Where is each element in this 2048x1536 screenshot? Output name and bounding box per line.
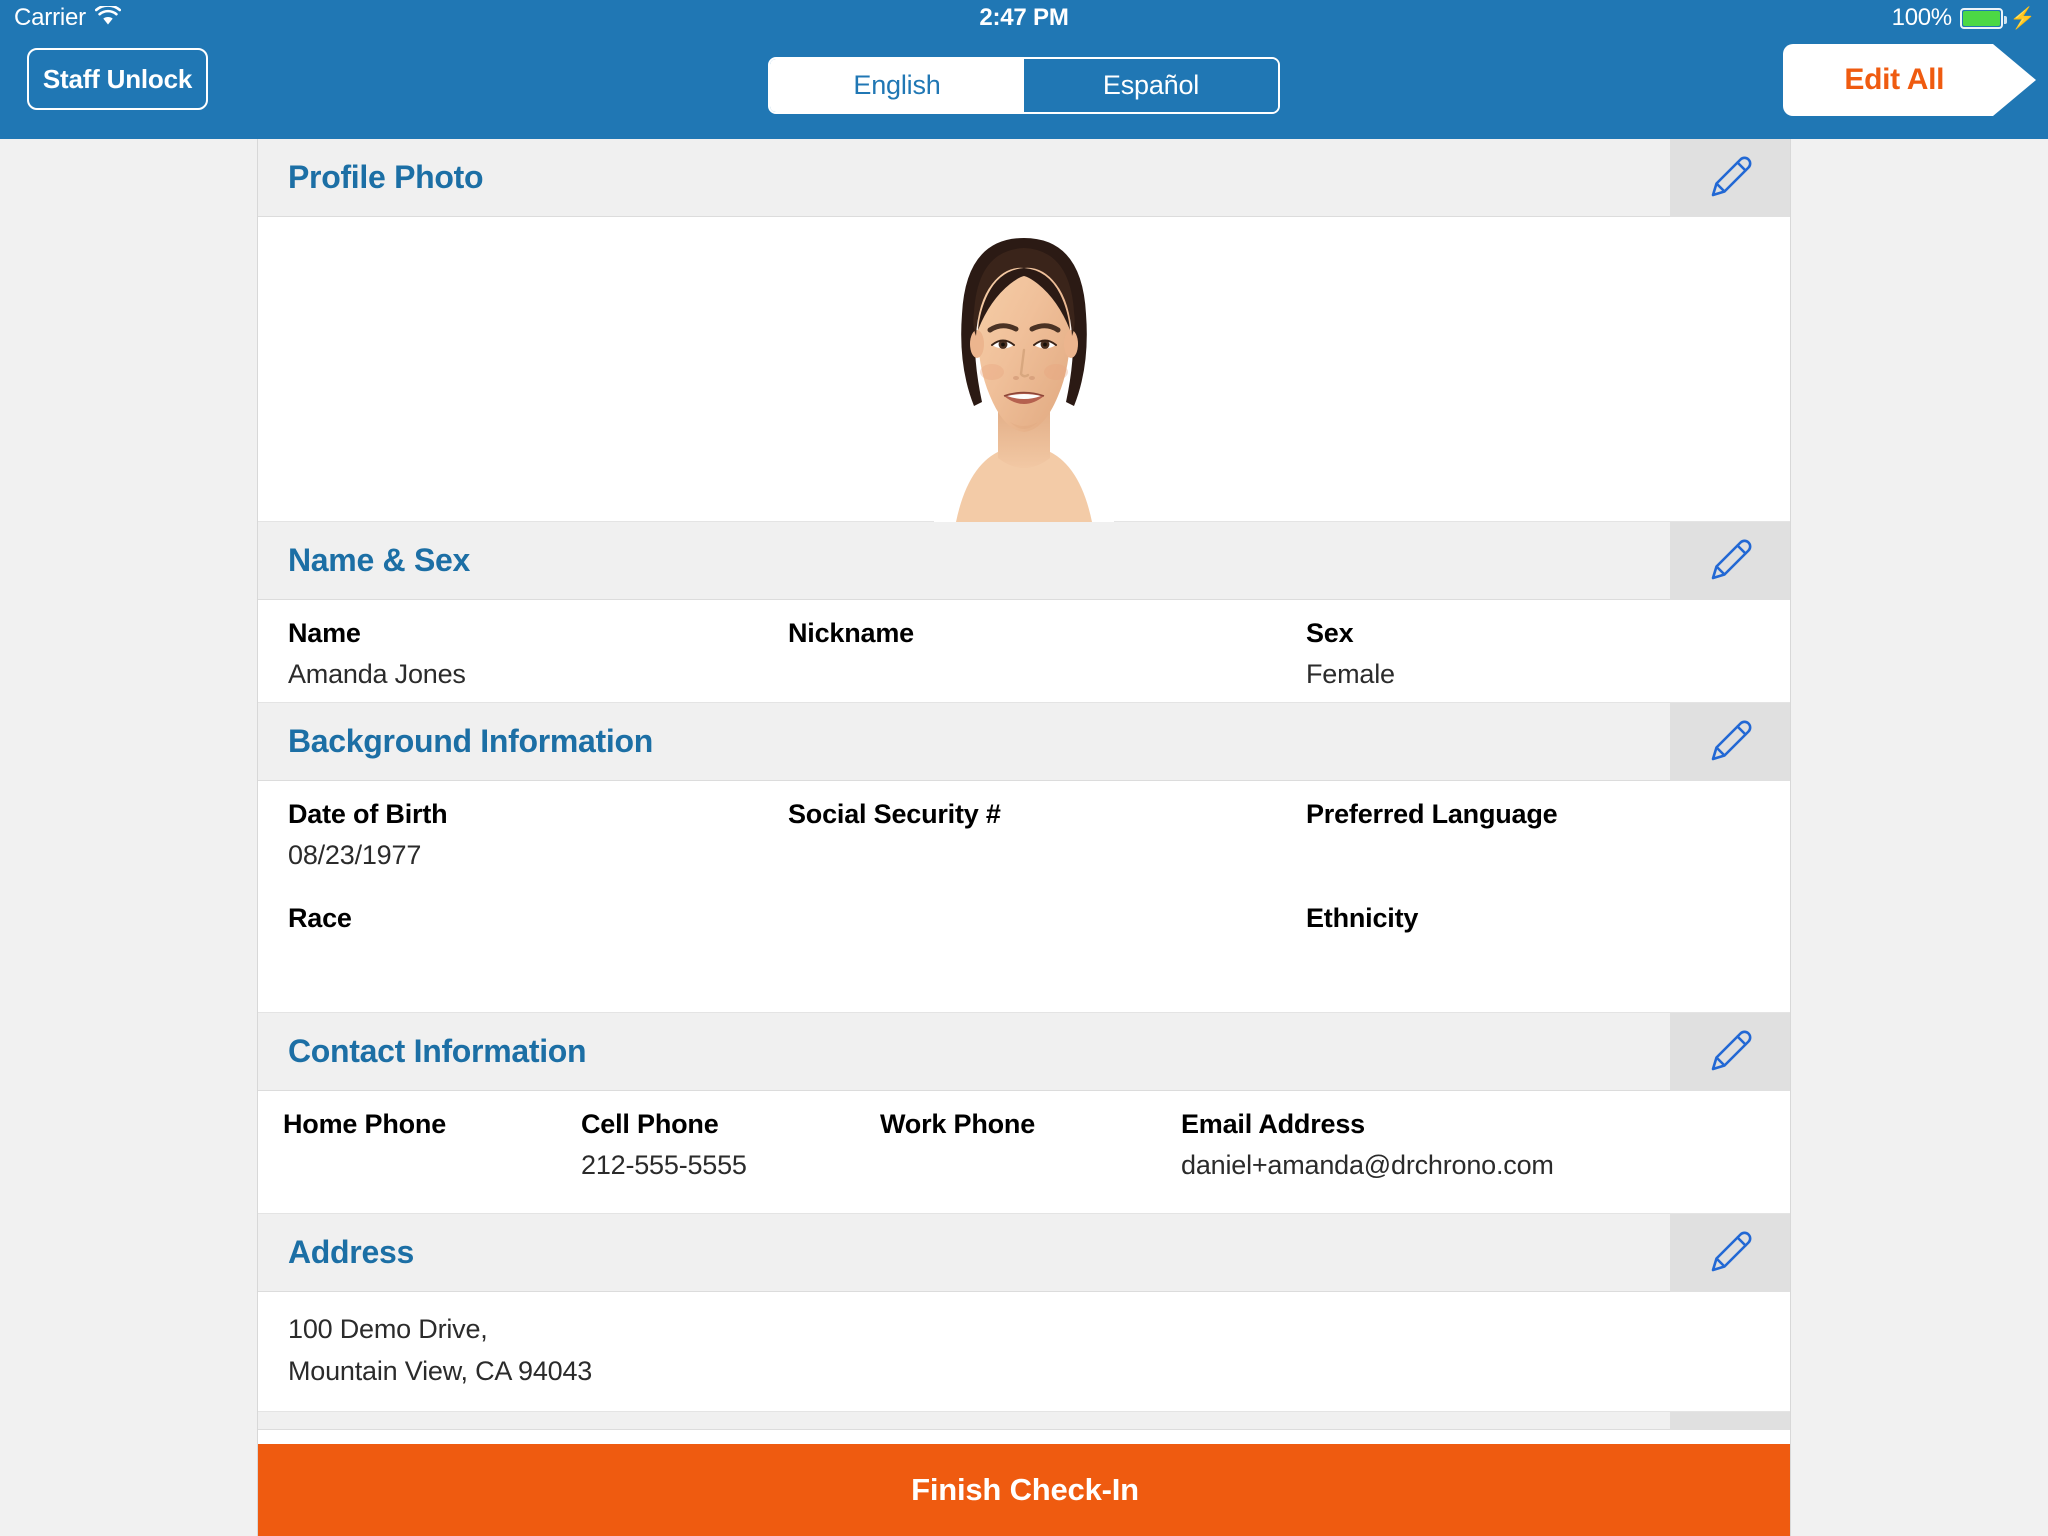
field-label-date-of-birth: Date of Birth	[288, 799, 448, 829]
section-body-name-sex: Name Amanda Jones Nickname Sex Female	[258, 600, 1790, 703]
battery-fill	[1962, 10, 2000, 26]
field-label-email-address: Email Address	[1181, 1109, 1365, 1139]
patient-profile-photo	[934, 226, 1114, 522]
field-label-race: Race	[288, 903, 352, 933]
section-title-profile-photo: Profile Photo	[288, 159, 484, 195]
field-label-preferred-language: Preferred Language	[1306, 799, 1558, 829]
pencil-icon	[1711, 1231, 1752, 1272]
edit-name-sex-button[interactable]	[1670, 522, 1790, 600]
field-work-phone[interactable]: Work Phone	[880, 1109, 1035, 1150]
edit-all-label: Edit All	[1844, 63, 1945, 96]
tab-espanol[interactable]: Español	[1024, 59, 1278, 112]
section-title-background-information: Background Information	[288, 723, 653, 759]
section-header-next-partial	[258, 1412, 1790, 1430]
field-nickname[interactable]: Nickname	[788, 618, 914, 659]
battery-full-icon	[1959, 7, 2007, 29]
field-name[interactable]: Name Amanda Jones	[288, 618, 466, 690]
section-title-name-sex: Name & Sex	[288, 542, 470, 578]
field-label-name: Name	[288, 618, 361, 648]
field-label-ethnicity: Ethnicity	[1306, 903, 1419, 933]
field-label-sex: Sex	[1306, 618, 1354, 648]
battery-percent-label: 100%	[1891, 4, 1952, 31]
status-bar-clock: 2:47 PM	[979, 4, 1069, 31]
profile-photo-body	[258, 217, 1790, 522]
edit-contact-information-button[interactable]	[1670, 1013, 1790, 1091]
page-body: Profile Photo Name & Sex Name Amanda Jon…	[0, 139, 2048, 1536]
section-header-contact-information: Contact Information	[258, 1013, 1790, 1091]
section-title-contact-information: Contact Information	[288, 1033, 587, 1069]
pencil-icon	[1711, 1030, 1752, 1071]
field-label-social-security: Social Security #	[788, 799, 1001, 829]
section-header-address: Address	[258, 1214, 1790, 1292]
field-race[interactable]: Race	[288, 903, 352, 944]
lightning-bolt-icon: ⚡	[2009, 6, 2036, 30]
edit-all-button[interactable]: Edit All	[1783, 44, 2036, 116]
field-value-email-address: daniel+amanda@drchrono.com	[1181, 1150, 1554, 1180]
section-body-background-information: Date of Birth 08/23/1977 Social Security…	[258, 781, 1790, 1013]
status-bar-right: 100% ⚡	[1892, 4, 2036, 32]
pencil-icon	[1711, 156, 1752, 197]
top-navigation-bar: Carrier 2:47 PM 100% ⚡ Staff Unlock Engl…	[0, 0, 2048, 139]
field-label-nickname: Nickname	[788, 618, 914, 648]
field-email-address[interactable]: Email Address daniel+amanda@drchrono.com	[1181, 1109, 1554, 1181]
field-label-home-phone: Home Phone	[283, 1109, 447, 1139]
edit-profile-photo-button[interactable]	[1670, 139, 1790, 217]
section-title-address: Address	[288, 1234, 414, 1270]
edit-background-information-button[interactable]	[1670, 703, 1790, 781]
section-body-contact-information: Home Phone Cell Phone 212-555-5555 Work …	[258, 1091, 1790, 1214]
address-line-1: 100 Demo Drive,	[288, 1314, 488, 1344]
section-header-name-sex: Name & Sex	[258, 522, 1790, 600]
field-preferred-language[interactable]: Preferred Language	[1306, 799, 1558, 840]
address-line-2: Mountain View, CA 94043	[288, 1356, 593, 1386]
field-home-phone[interactable]: Home Phone	[283, 1109, 446, 1150]
status-bar: Carrier 2:47 PM 100% ⚡	[0, 0, 2048, 40]
language-segmented-control[interactable]: English Español	[768, 57, 1280, 114]
field-ethnicity[interactable]: Ethnicity	[1306, 903, 1418, 944]
finish-check-in-button[interactable]: Finish Check-In	[258, 1444, 1790, 1536]
pencil-icon	[1711, 539, 1752, 580]
field-cell-phone[interactable]: Cell Phone 212-555-5555	[581, 1109, 747, 1181]
tab-english[interactable]: English	[770, 59, 1024, 112]
field-date-of-birth[interactable]: Date of Birth 08/23/1977	[288, 799, 448, 871]
section-body-address: 100 Demo Drive, Mountain View, CA 94043	[258, 1292, 1790, 1412]
field-value-sex: Female	[1306, 659, 1395, 689]
field-label-work-phone: Work Phone	[880, 1109, 1036, 1139]
field-value-cell-phone: 212-555-5555	[581, 1150, 747, 1180]
field-social-security[interactable]: Social Security #	[788, 799, 1001, 840]
section-header-profile-photo: Profile Photo	[258, 139, 1790, 217]
section-header-background-information: Background Information	[258, 703, 1790, 781]
edit-address-button[interactable]	[1670, 1214, 1790, 1292]
staff-unlock-button[interactable]: Staff Unlock	[27, 48, 208, 110]
field-value-date-of-birth: 08/23/1977	[288, 840, 422, 870]
field-value-name: Amanda Jones	[288, 659, 466, 689]
edit-next-section-button[interactable]	[1670, 1412, 1790, 1430]
field-label-cell-phone: Cell Phone	[581, 1109, 719, 1139]
pencil-icon	[1711, 720, 1752, 761]
patient-profile-card: Profile Photo Name & Sex Name Amanda Jon…	[257, 139, 1791, 1536]
field-sex[interactable]: Sex Female	[1306, 618, 1395, 690]
